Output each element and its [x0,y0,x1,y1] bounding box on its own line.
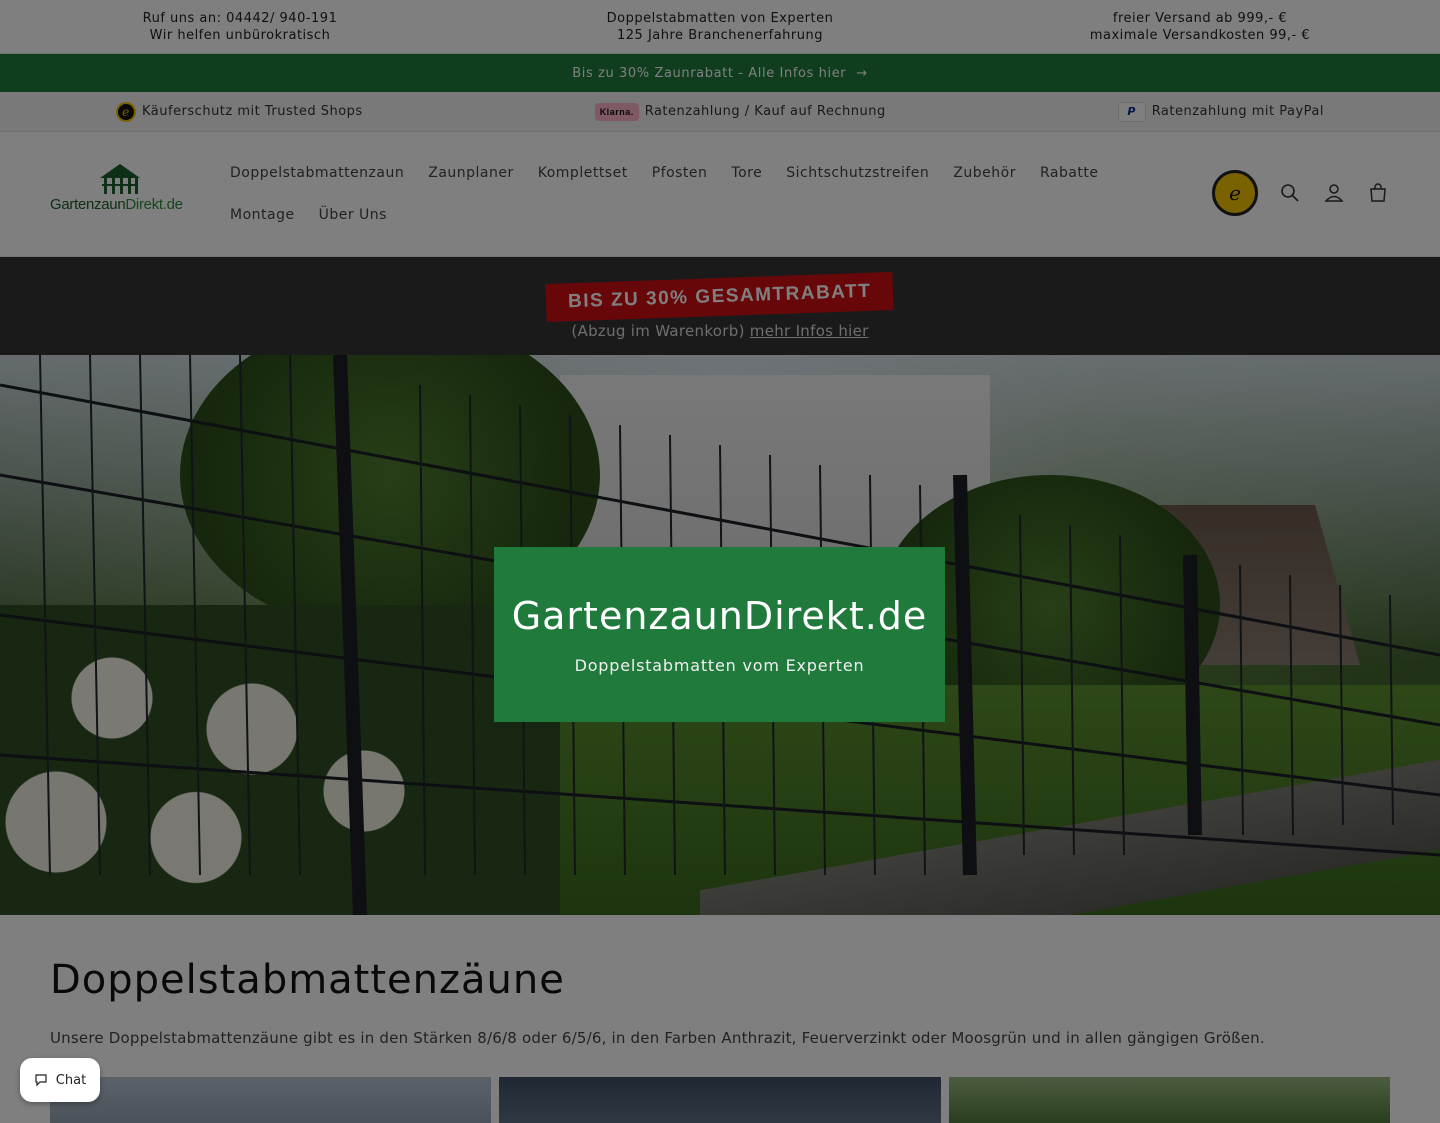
promo-subtext: (Abzug im Warenkorb) mehr Infos hier [571,322,868,340]
arrow-right-icon: → [856,65,868,81]
product-card-image[interactable] [499,1077,941,1123]
info-phone-line[interactable]: Ruf uns an: 04442/ 940-191 [2,10,477,27]
info-experts: Doppelstabmatten von Experten 125 Jahre … [482,10,957,44]
site-logo[interactable]: GartenzaunDirekt.de [50,164,190,224]
trust-bar: e Käuferschutz mit Trusted Shops Klarna.… [0,92,1440,132]
header-icons: e [1212,170,1390,216]
paypal-icon: P [1117,101,1146,122]
nav-item-montage[interactable]: Montage [230,204,295,226]
info-free-shipping-line: freier Versand ab 999,- € [1112,10,1288,26]
product-card-image[interactable] [50,1077,492,1123]
klarna-icon: Klarna. [594,102,639,121]
promo-more-info-link[interactable]: mehr Infos hier [750,322,869,340]
product-cards [50,1077,1390,1123]
trusted-shops-seal-icon[interactable]: e [1212,170,1258,216]
trust-item-klarna: Klarna. Ratenzahlung / Kauf auf Rechnung [594,102,886,121]
hero-title: GartenzaunDirekt.de [511,594,928,638]
nav-item-doppelstabmattenzaun[interactable]: Doppelstabmattenzaun [230,162,404,184]
trust-item-label: Käuferschutz mit Trusted Shops [141,104,363,119]
fence-logo-icon [100,164,140,194]
cart-icon[interactable] [1366,181,1390,205]
trust-item-label: Ratenzahlung / Kauf auf Rechnung [644,104,886,119]
chat-bubble-icon [35,1074,47,1087]
search-icon[interactable] [1278,181,1302,205]
info-phone: Ruf uns an: 04442/ 940-191 Wir helfen un… [2,10,477,44]
announcement-bar[interactable]: Bis zu 30% Zaunrabatt - Alle Infos hier … [0,54,1440,92]
hero-text-box: GartenzaunDirekt.de Doppelstabmatten vom… [494,547,945,722]
info-shipping: freier Versand ab 999,- € maximale Versa… [962,10,1437,44]
trust-item-label: Ratenzahlung mit PayPal [1151,104,1324,119]
promo-tag: BIS ZU 30% GESAMTRABATT [545,271,895,323]
nav-item-ueber-uns[interactable]: Über Uns [319,204,387,226]
main-navigation: Doppelstabmattenzaun Zaunplaner Komplett… [230,162,1130,226]
product-card-image[interactable] [948,1077,1390,1123]
nav-item-sichtschutzstreifen[interactable]: Sichtschutzstreifen [786,162,929,184]
logo-text-part1: Gartenzaun [50,196,126,213]
info-max-shipping-line: maximale Versandkosten 99,- € [1089,27,1311,43]
nav-item-pfosten[interactable]: Pfosten [652,162,708,184]
info-experience-line: 125 Jahre Branchenerfahrung [617,27,823,43]
section-title: Doppelstabmattenzäune [50,957,565,1003]
nav-item-zaunplaner[interactable]: Zaunplaner [428,162,514,184]
trusted-shops-icon: e [115,101,136,122]
chat-button[interactable]: Chat [20,1058,100,1102]
account-icon[interactable] [1322,181,1346,205]
promo-banner: BIS ZU 30% GESAMTRABATT (Abzug im Warenk… [0,257,1440,355]
info-bar: Ruf uns an: 04442/ 940-191 Wir helfen un… [0,0,1440,54]
hero-banner: GartenzaunDirekt.de Doppelstabmatten vom… [0,355,1440,915]
announcement-text[interactable]: Bis zu 30% Zaunrabatt - Alle Infos hier [572,66,846,81]
trust-item-paypal: P Ratenzahlung mit PayPal [1117,101,1324,122]
info-help-line: Wir helfen unbürokratisch [149,27,331,43]
nav-item-rabatte[interactable]: Rabatte [1040,162,1099,184]
chat-label: Chat [55,1072,87,1088]
logo-text-part2: Direkt.de [125,196,183,213]
nav-item-tore[interactable]: Tore [731,162,762,184]
site-header: GartenzaunDirekt.de Doppelstabmattenzaun… [0,132,1440,257]
section-description: Unsere Doppelstabmattenzäune gibt es in … [50,1029,1265,1047]
promo-sub-prefix: (Abzug im Warenkorb) [571,322,745,340]
logo-text: GartenzaunDirekt.de [50,196,183,213]
collection-section: Doppelstabmattenzäune Unsere Doppelstabm… [0,915,1440,1123]
nav-item-komplettset[interactable]: Komplettset [538,162,628,184]
hero-subtitle: Doppelstabmatten vom Experten [574,656,865,675]
info-experts-line: Doppelstabmatten von Experten [606,10,834,26]
trust-item-trusted-shops: e Käuferschutz mit Trusted Shops [115,101,363,122]
nav-item-zubehoer[interactable]: Zubehör [953,162,1016,184]
